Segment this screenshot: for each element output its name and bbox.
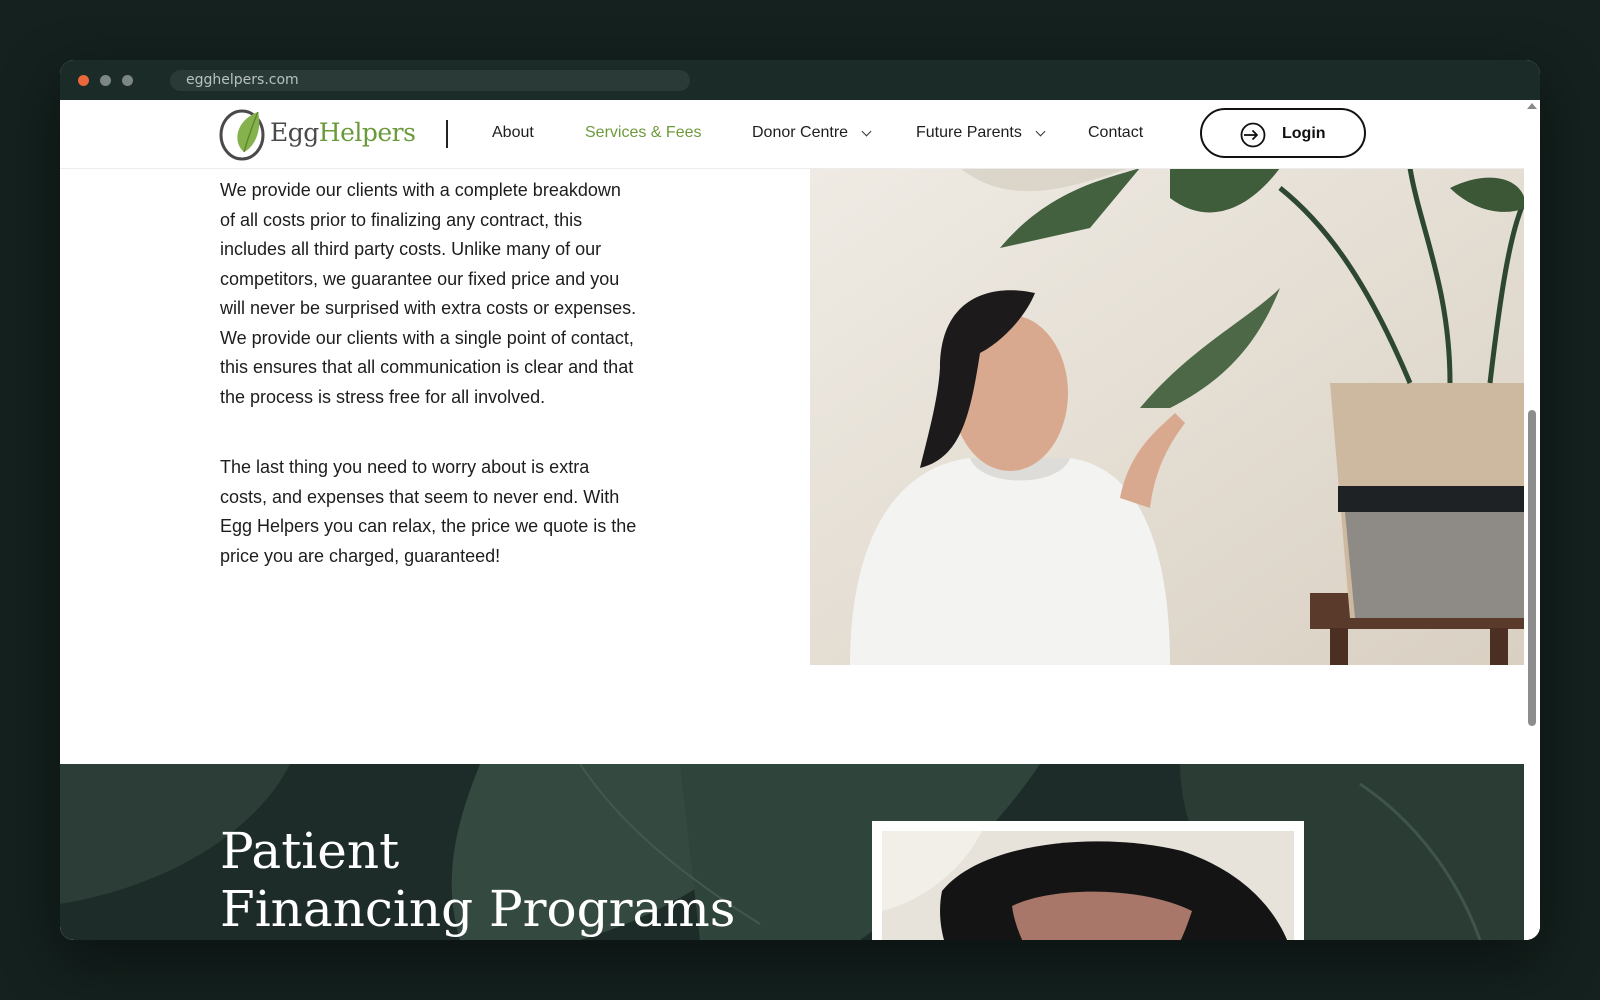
header-divider <box>446 120 448 148</box>
woman-portrait-photo <box>882 831 1294 940</box>
minimize-window-button[interactable] <box>100 75 111 86</box>
nav-donor-centre[interactable]: Donor Centre <box>752 124 848 142</box>
login-label: Login <box>1282 125 1326 142</box>
financing-section: Patient Financing Programs <box>60 764 1524 940</box>
nav-future-parents[interactable]: Future Parents <box>916 124 1022 142</box>
financing-title-line-1: Patient <box>220 822 400 880</box>
nav-services-fees[interactable]: Services & Fees <box>585 124 701 142</box>
page-scrollbar[interactable] <box>1524 100 1540 940</box>
logo-wordmark: EggHelpers <box>270 118 416 147</box>
login-icon <box>1240 122 1266 148</box>
chevron-down-icon[interactable] <box>1035 126 1046 137</box>
financing-title-line-2: Financing Programs <box>220 880 736 938</box>
scroll-thumb[interactable] <box>1528 410 1536 726</box>
egghelpers-logo[interactable]: EggHelpers <box>218 106 416 162</box>
pricing-paragraph-2: The last thing you need to worry about i… <box>220 457 637 566</box>
pricing-paragraph-1: We provide our clients with a complete b… <box>220 180 637 407</box>
financing-photo-frame <box>872 821 1304 940</box>
login-button[interactable]: Login <box>1200 108 1366 158</box>
browser-window: egghelpers.com EggHelpers About Services… <box>60 60 1540 940</box>
logo-word-egg: Egg <box>270 118 319 147</box>
site-header: EggHelpers About Services & Fees Donor C… <box>60 100 1524 169</box>
financing-title: Patient Financing Programs <box>220 822 735 938</box>
scroll-up-arrow-icon[interactable] <box>1527 103 1537 109</box>
page-viewport: EggHelpers About Services & Fees Donor C… <box>60 100 1540 940</box>
browser-titlebar: egghelpers.com <box>60 60 1540 100</box>
logo-word-helpers: Helpers <box>318 118 416 147</box>
nav-about[interactable]: About <box>492 124 534 142</box>
maximize-window-button[interactable] <box>122 75 133 86</box>
woman-with-plant-photo <box>810 168 1526 665</box>
address-bar[interactable]: egghelpers.com <box>170 70 690 91</box>
close-window-button[interactable] <box>78 75 89 86</box>
leaf-egg-icon <box>219 109 265 161</box>
nav-contact[interactable]: Contact <box>1088 124 1143 142</box>
chevron-down-icon[interactable] <box>861 126 872 137</box>
